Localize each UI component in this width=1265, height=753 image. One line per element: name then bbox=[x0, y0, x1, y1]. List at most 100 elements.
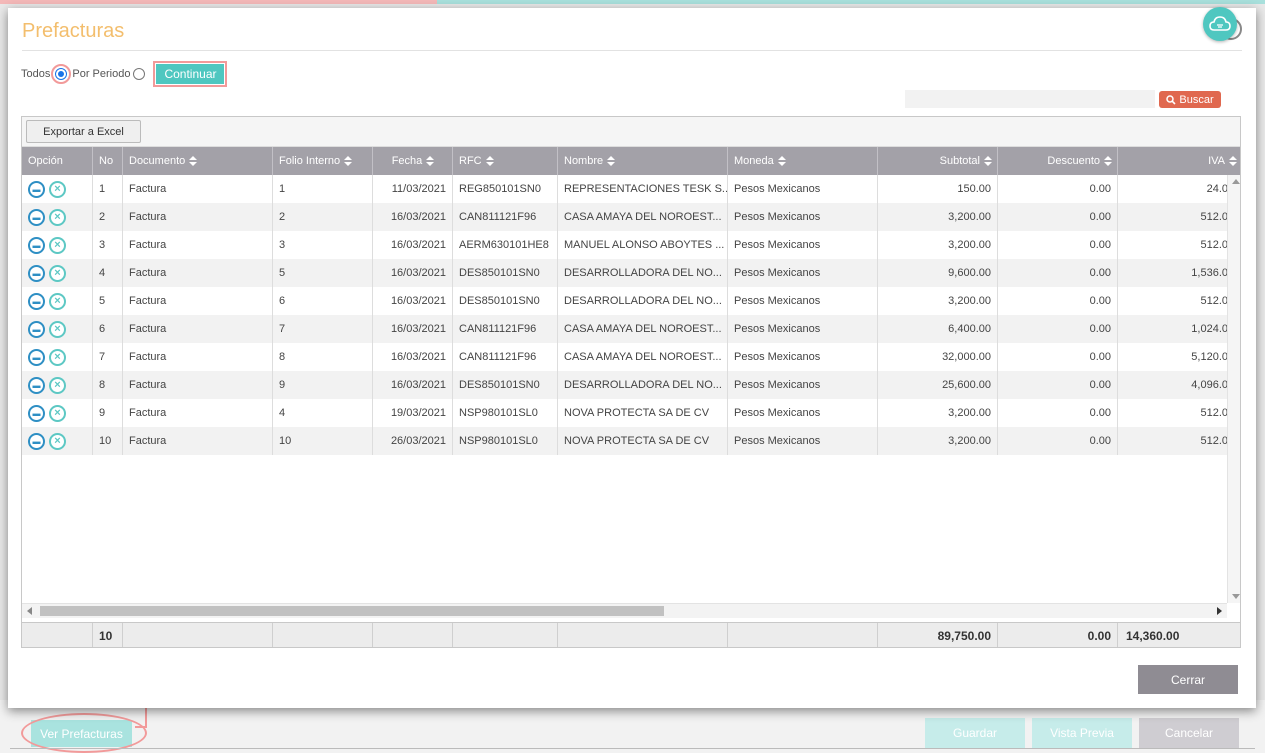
search-input[interactable] bbox=[905, 90, 1155, 108]
scroll-thumb[interactable] bbox=[40, 606, 664, 616]
open-folder-icon[interactable]: ▬ bbox=[28, 180, 45, 198]
cell-subtotal: 3,200.00 bbox=[878, 427, 998, 455]
table-footer: 10 89,750.00 0.00 14,360.00 bbox=[22, 622, 1240, 647]
cell-folio: 10 bbox=[273, 427, 373, 455]
open-folder-icon[interactable]: ▬ bbox=[28, 376, 45, 394]
cell-subtotal: 3,200.00 bbox=[878, 231, 998, 259]
divider bbox=[10, 748, 1255, 749]
col-descuento[interactable]: Descuento bbox=[998, 147, 1118, 175]
cerrar-button[interactable]: Cerrar bbox=[1138, 665, 1238, 694]
cell-nombre: DESARROLLADORA DEL NO... bbox=[558, 259, 728, 287]
cell-nombre: CASA AMAYA DEL NOROEST... bbox=[558, 203, 728, 231]
cell-opcion: ▬ × bbox=[22, 399, 93, 427]
footer-cell bbox=[273, 623, 373, 647]
guardar-button[interactable]: Guardar bbox=[925, 718, 1025, 748]
cell-moneda: Pesos Mexicanos bbox=[728, 203, 878, 231]
cell-iva: 5,120.0 bbox=[1191, 351, 1227, 363]
cell-no: 1 bbox=[93, 175, 123, 203]
cell-rfc: DES850101SN0 bbox=[453, 287, 558, 315]
table-row[interactable]: ▬ × 6 Factura 7 16/03/2021 CAN811121F96 CASA AM… bbox=[22, 315, 1227, 343]
footer-cell bbox=[123, 623, 273, 647]
open-folder-icon[interactable]: ▬ bbox=[28, 320, 45, 338]
table-row[interactable]: ▬ × 9 Factura 4 19/03/2021 NSP980101SL0 NOVA PR… bbox=[22, 399, 1227, 427]
cell-nombre: NOVA PROTECTA SA DE CV bbox=[558, 399, 728, 427]
cell-descuento: 0.00 bbox=[998, 287, 1118, 315]
radio-todos[interactable] bbox=[55, 68, 68, 80]
cell-nombre: MANUEL ALONSO ABOYTES ... bbox=[558, 231, 728, 259]
cell-nombre: CASA AMAYA DEL NOROEST... bbox=[558, 343, 728, 371]
buscar-button[interactable]: Buscar bbox=[1159, 91, 1221, 108]
sort-icon bbox=[607, 156, 616, 166]
cancel-x-icon[interactable]: × bbox=[49, 376, 66, 394]
cell-iva: 512.0 bbox=[1200, 211, 1227, 223]
cancel-x-icon[interactable]: × bbox=[49, 236, 66, 254]
table-row[interactable]: ▬ × 3 Factura 3 16/03/2021 AERM630101HE8 MANUEL… bbox=[22, 231, 1227, 259]
cell-opcion: ▬ × bbox=[22, 175, 93, 203]
cancel-x-icon[interactable]: × bbox=[49, 404, 66, 422]
cell-folio: 4 bbox=[273, 399, 373, 427]
col-fecha[interactable]: Fecha bbox=[373, 147, 453, 175]
table-row[interactable]: ▬ × 7 Factura 8 16/03/2021 CAN811121F96 CASA AM… bbox=[22, 343, 1227, 371]
table-row[interactable]: ▬ × 2 Factura 2 16/03/2021 CAN811121F96 CASA AM… bbox=[22, 203, 1227, 231]
col-subtotal[interactable]: Subtotal bbox=[878, 147, 998, 175]
sort-icon bbox=[1229, 156, 1237, 166]
open-folder-icon[interactable]: ▬ bbox=[28, 432, 45, 450]
top-strip-left bbox=[0, 0, 437, 4]
footer-cell bbox=[558, 623, 728, 647]
open-folder-icon[interactable]: ▬ bbox=[28, 292, 45, 310]
table-row[interactable]: ▬ × 10 Factura 10 26/03/2021 NSP980101SL0 NOVA … bbox=[22, 427, 1227, 455]
cancel-x-icon[interactable]: × bbox=[49, 432, 66, 450]
cell-moneda: Pesos Mexicanos bbox=[728, 371, 878, 399]
cell-descuento: 0.00 bbox=[998, 231, 1118, 259]
cancel-x-icon[interactable]: × bbox=[49, 264, 66, 282]
cell-subtotal: 9,600.00 bbox=[878, 259, 998, 287]
cancel-x-icon[interactable]: × bbox=[49, 292, 66, 310]
col-folio-interno[interactable]: Folio Interno bbox=[273, 147, 373, 175]
open-folder-icon[interactable]: ▬ bbox=[28, 236, 45, 254]
cell-fecha: 16/03/2021 bbox=[373, 315, 453, 343]
table-row[interactable]: ▬ × 5 Factura 6 16/03/2021 DES850101SN0 DESARRO… bbox=[22, 287, 1227, 315]
col-moneda[interactable]: Moneda bbox=[728, 147, 878, 175]
cell-rfc: REG850101SN0 bbox=[453, 175, 558, 203]
cancel-x-icon[interactable]: × bbox=[49, 320, 66, 338]
cell-no: 10 bbox=[93, 427, 123, 455]
cell-rfc: NSP980101SL0 bbox=[453, 427, 558, 455]
col-nombre[interactable]: Nombre bbox=[558, 147, 728, 175]
cell-documento: Factura bbox=[123, 259, 273, 287]
cancelar-button[interactable]: Cancelar bbox=[1139, 718, 1239, 748]
prefacturas-grid: Exportar a Excel Opción No Documento Fol… bbox=[21, 116, 1241, 648]
table-row[interactable]: ▬ × 8 Factura 9 16/03/2021 DES850101SN0 DESARRO… bbox=[22, 371, 1227, 399]
vista-previa-button[interactable]: Vista Previa bbox=[1032, 718, 1132, 748]
table-row[interactable]: ▬ × 4 Factura 5 16/03/2021 DES850101SN0 DESARRO… bbox=[22, 259, 1227, 287]
sort-icon bbox=[485, 156, 494, 166]
open-folder-icon[interactable]: ▬ bbox=[28, 208, 45, 226]
search-icon bbox=[1166, 94, 1176, 105]
continuar-button[interactable]: Continuar bbox=[156, 64, 225, 84]
footer-cell bbox=[728, 623, 878, 647]
footer-subtotal: 89,750.00 bbox=[878, 623, 998, 647]
open-folder-icon[interactable]: ▬ bbox=[28, 264, 45, 282]
cell-no: 2 bbox=[93, 203, 123, 231]
cell-descuento: 0.00 bbox=[998, 343, 1118, 371]
cell-moneda: Pesos Mexicanos bbox=[728, 287, 878, 315]
col-documento[interactable]: Documento bbox=[123, 147, 273, 175]
cell-moneda: Pesos Mexicanos bbox=[728, 231, 878, 259]
cloud-icon[interactable] bbox=[1203, 7, 1237, 41]
open-folder-icon[interactable]: ▬ bbox=[28, 348, 45, 366]
open-folder-icon[interactable]: ▬ bbox=[28, 404, 45, 422]
cancel-x-icon[interactable]: × bbox=[49, 180, 66, 198]
vertical-scrollbar[interactable] bbox=[1227, 175, 1240, 603]
col-iva[interactable]: IVA bbox=[1118, 147, 1240, 175]
export-excel-button[interactable]: Exportar a Excel bbox=[26, 120, 141, 143]
cell-moneda: Pesos Mexicanos bbox=[728, 343, 878, 371]
col-rfc[interactable]: RFC bbox=[453, 147, 558, 175]
cell-rfc: CAN811121F96 bbox=[453, 315, 558, 343]
grid-toolbar: Exportar a Excel bbox=[22, 117, 1240, 147]
horizontal-scrollbar[interactable] bbox=[22, 603, 1227, 618]
radio-periodo[interactable] bbox=[133, 68, 146, 80]
cancel-x-icon[interactable]: × bbox=[49, 208, 66, 226]
cell-descuento: 0.00 bbox=[998, 315, 1118, 343]
table-row[interactable]: ▬ × 1 Factura 1 11/03/2021 REG850101SN0 REPRESE… bbox=[22, 175, 1227, 203]
filter-row: Todos Por Periodo Continuar bbox=[21, 61, 228, 87]
cancel-x-icon[interactable]: × bbox=[49, 348, 66, 366]
